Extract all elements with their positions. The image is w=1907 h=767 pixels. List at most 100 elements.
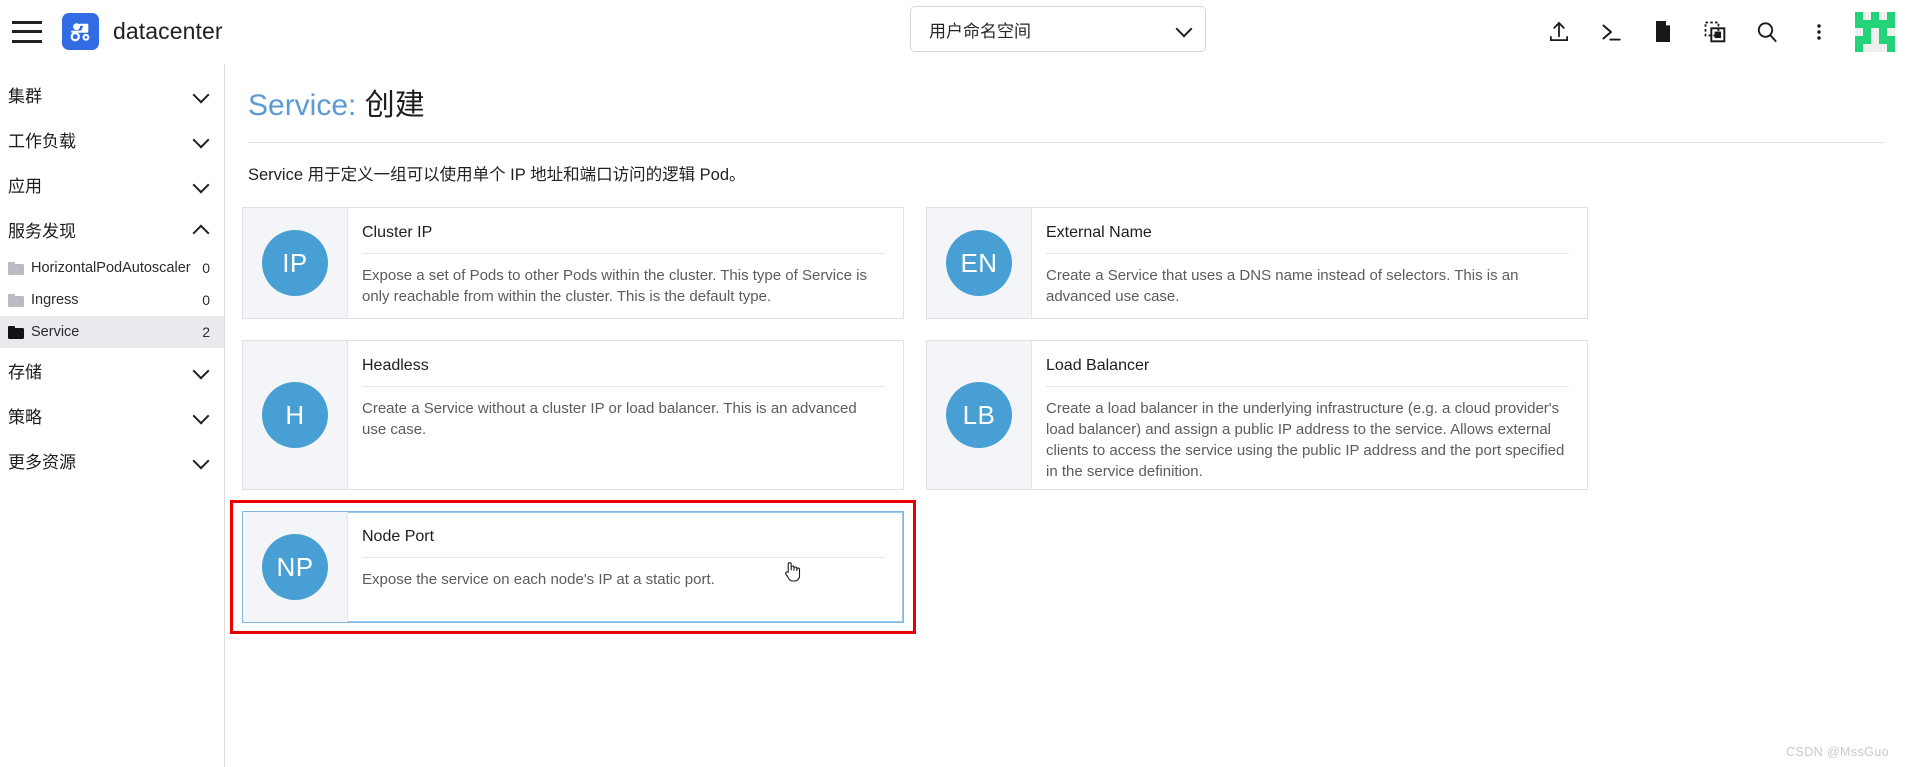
card-title: Cluster IP <box>362 224 433 241</box>
clone-icon[interactable] <box>1689 6 1741 58</box>
card-badge-area: NP <box>243 512 348 622</box>
kubernetes-dashboard-logo <box>62 13 99 50</box>
watermark: CSDN @MssGuo <box>1786 745 1889 759</box>
service-type-card-grid: IP Cluster IP Expose a set of Pods to ot… <box>230 207 1897 644</box>
sidebar-group-label: 应用 <box>8 177 42 196</box>
chevron-down-icon <box>194 364 208 378</box>
pointer-cursor-icon <box>785 562 801 582</box>
user-identicon[interactable] <box>1855 12 1895 52</box>
card-divider <box>362 557 885 558</box>
card-slot: LB Load Balancer Create a load balancer … <box>926 340 1588 490</box>
sidebar-group-label: 集群 <box>8 87 42 106</box>
card-description: Create a Service without a cluster IP or… <box>362 400 857 438</box>
headless-badge: H <box>262 382 328 448</box>
card-description: Expose the service on each node's IP at … <box>362 571 715 588</box>
card-description: Create a Service that uses a DNS name in… <box>1046 267 1519 305</box>
topbar-icon-group <box>1533 0 1899 64</box>
external-name-badge: EN <box>946 230 1012 296</box>
service-type-card-load-balancer[interactable]: LB Load Balancer Create a load balancer … <box>926 340 1588 490</box>
chevron-down-icon <box>194 88 208 102</box>
chevron-down-icon <box>194 409 208 423</box>
sidebar-group-service-discovery[interactable]: 服务发现 <box>0 207 224 252</box>
hamburger-icon[interactable] <box>12 20 42 43</box>
card-badge-area: IP <box>243 208 348 318</box>
card-title: External Name <box>1046 224 1152 241</box>
sidebar-item-count: 0 <box>202 260 210 276</box>
terminal-icon[interactable] <box>1585 6 1637 58</box>
sidebar-item-ingress[interactable]: Ingress 0 <box>0 284 224 316</box>
sidebar-group-apps[interactable]: 应用 <box>0 162 224 207</box>
chevron-down-icon <box>194 178 208 192</box>
card-description: Expose a set of Pods to other Pods withi… <box>362 267 867 305</box>
service-type-card-cluster-ip[interactable]: IP Cluster IP Expose a set of Pods to ot… <box>242 207 904 319</box>
sidebar-group-label: 工作负载 <box>8 132 76 151</box>
sidebar-group-cluster[interactable]: 集群 <box>0 72 224 117</box>
chevron-down-icon <box>1177 22 1191 36</box>
node-port-badge: NP <box>262 534 328 600</box>
sidebar-group-workloads[interactable]: 工作负载 <box>0 117 224 162</box>
folder-icon <box>8 325 24 339</box>
card-title: Load Balancer <box>1046 357 1150 374</box>
page-title-prefix: Service: <box>248 89 357 122</box>
card-body: Load Balancer Create a load balancer in … <box>1032 341 1587 489</box>
title-divider <box>248 142 1885 143</box>
sidebar-item-service[interactable]: Service 2 <box>0 316 224 348</box>
service-type-card-node-port[interactable]: NP Node Port Expose the service on each … <box>242 511 904 623</box>
card-title: Headless <box>362 357 429 374</box>
page-title: Service: 创建 <box>248 86 1907 126</box>
card-divider <box>362 386 885 387</box>
more-vertical-icon[interactable] <box>1793 6 1845 58</box>
chevron-up-icon <box>194 223 208 237</box>
sidebar-item-count: 0 <box>202 292 210 308</box>
card-divider <box>1046 386 1569 387</box>
sidebar-group-label: 策略 <box>8 408 42 427</box>
card-body: Node Port Expose the service on each nod… <box>348 512 903 622</box>
card-body: Headless Create a Service without a clus… <box>348 341 903 489</box>
main-content: Service: 创建 Service 用于定义一组可以使用单个 IP 地址和端… <box>226 64 1907 767</box>
brand-name: datacenter <box>113 18 223 44</box>
node-port-annotation-wrapper: NP Node Port Expose the service on each … <box>230 500 916 634</box>
card-title: Node Port <box>362 528 435 545</box>
sidebar-group-label: 存储 <box>8 363 42 382</box>
sidebar-item-label: Service <box>31 324 80 340</box>
namespace-select-value: 用户命名空间 <box>929 21 1031 41</box>
card-badge-area: EN <box>927 208 1032 318</box>
sidebar-item-label: Ingress <box>31 292 79 308</box>
card-divider <box>1046 253 1569 254</box>
chevron-down-icon <box>194 133 208 147</box>
card-divider <box>362 253 885 254</box>
card-body: Cluster IP Expose a set of Pods to other… <box>348 208 903 318</box>
top-bar: datacenter 用户命名空间 <box>0 0 1907 64</box>
card-slot: IP Cluster IP Expose a set of Pods to ot… <box>242 207 904 319</box>
load-balancer-badge: LB <box>946 382 1012 448</box>
cluster-ip-badge: IP <box>262 230 328 296</box>
card-slot: NP Node Port Expose the service on each … <box>230 500 916 634</box>
sidebar: 集群 工作负载 应用 服务发现 HorizontalPodAutoscaler … <box>0 64 225 767</box>
service-type-card-external-name[interactable]: EN External Name Create a Service that u… <box>926 207 1588 319</box>
sidebar-item-label: HorizontalPodAutoscaler <box>31 260 191 276</box>
card-slot: EN External Name Create a Service that u… <box>926 207 1588 319</box>
card-description: Create a load balancer in the underlying… <box>1046 400 1565 480</box>
document-icon[interactable] <box>1637 6 1689 58</box>
folder-icon <box>8 261 24 275</box>
sidebar-group-policy[interactable]: 策略 <box>0 393 224 438</box>
page-description: Service 用于定义一组可以使用单个 IP 地址和端口访问的逻辑 Pod。 <box>248 166 746 184</box>
search-icon[interactable] <box>1741 6 1793 58</box>
service-type-card-headless[interactable]: H Headless Create a Service without a cl… <box>242 340 904 490</box>
sidebar-group-more-resources[interactable]: 更多资源 <box>0 438 224 483</box>
page-title-suffix: 创建 <box>364 89 425 122</box>
upload-icon[interactable] <box>1533 6 1585 58</box>
sidebar-item-horizontalpodautoscaler[interactable]: HorizontalPodAutoscaler 0 <box>0 252 224 284</box>
folder-icon <box>8 293 24 307</box>
namespace-select[interactable]: 用户命名空间 <box>910 6 1206 52</box>
sidebar-item-count: 2 <box>202 324 210 340</box>
card-body: External Name Create a Service that uses… <box>1032 208 1587 318</box>
sidebar-group-label: 更多资源 <box>8 453 76 472</box>
brand[interactable]: datacenter <box>62 13 223 50</box>
sidebar-group-label: 服务发现 <box>8 222 76 241</box>
card-badge-area: H <box>243 341 348 489</box>
sidebar-group-storage[interactable]: 存储 <box>0 348 224 393</box>
chevron-down-icon <box>194 454 208 468</box>
card-badge-area: LB <box>927 341 1032 489</box>
card-slot: H Headless Create a Service without a cl… <box>242 340 904 490</box>
